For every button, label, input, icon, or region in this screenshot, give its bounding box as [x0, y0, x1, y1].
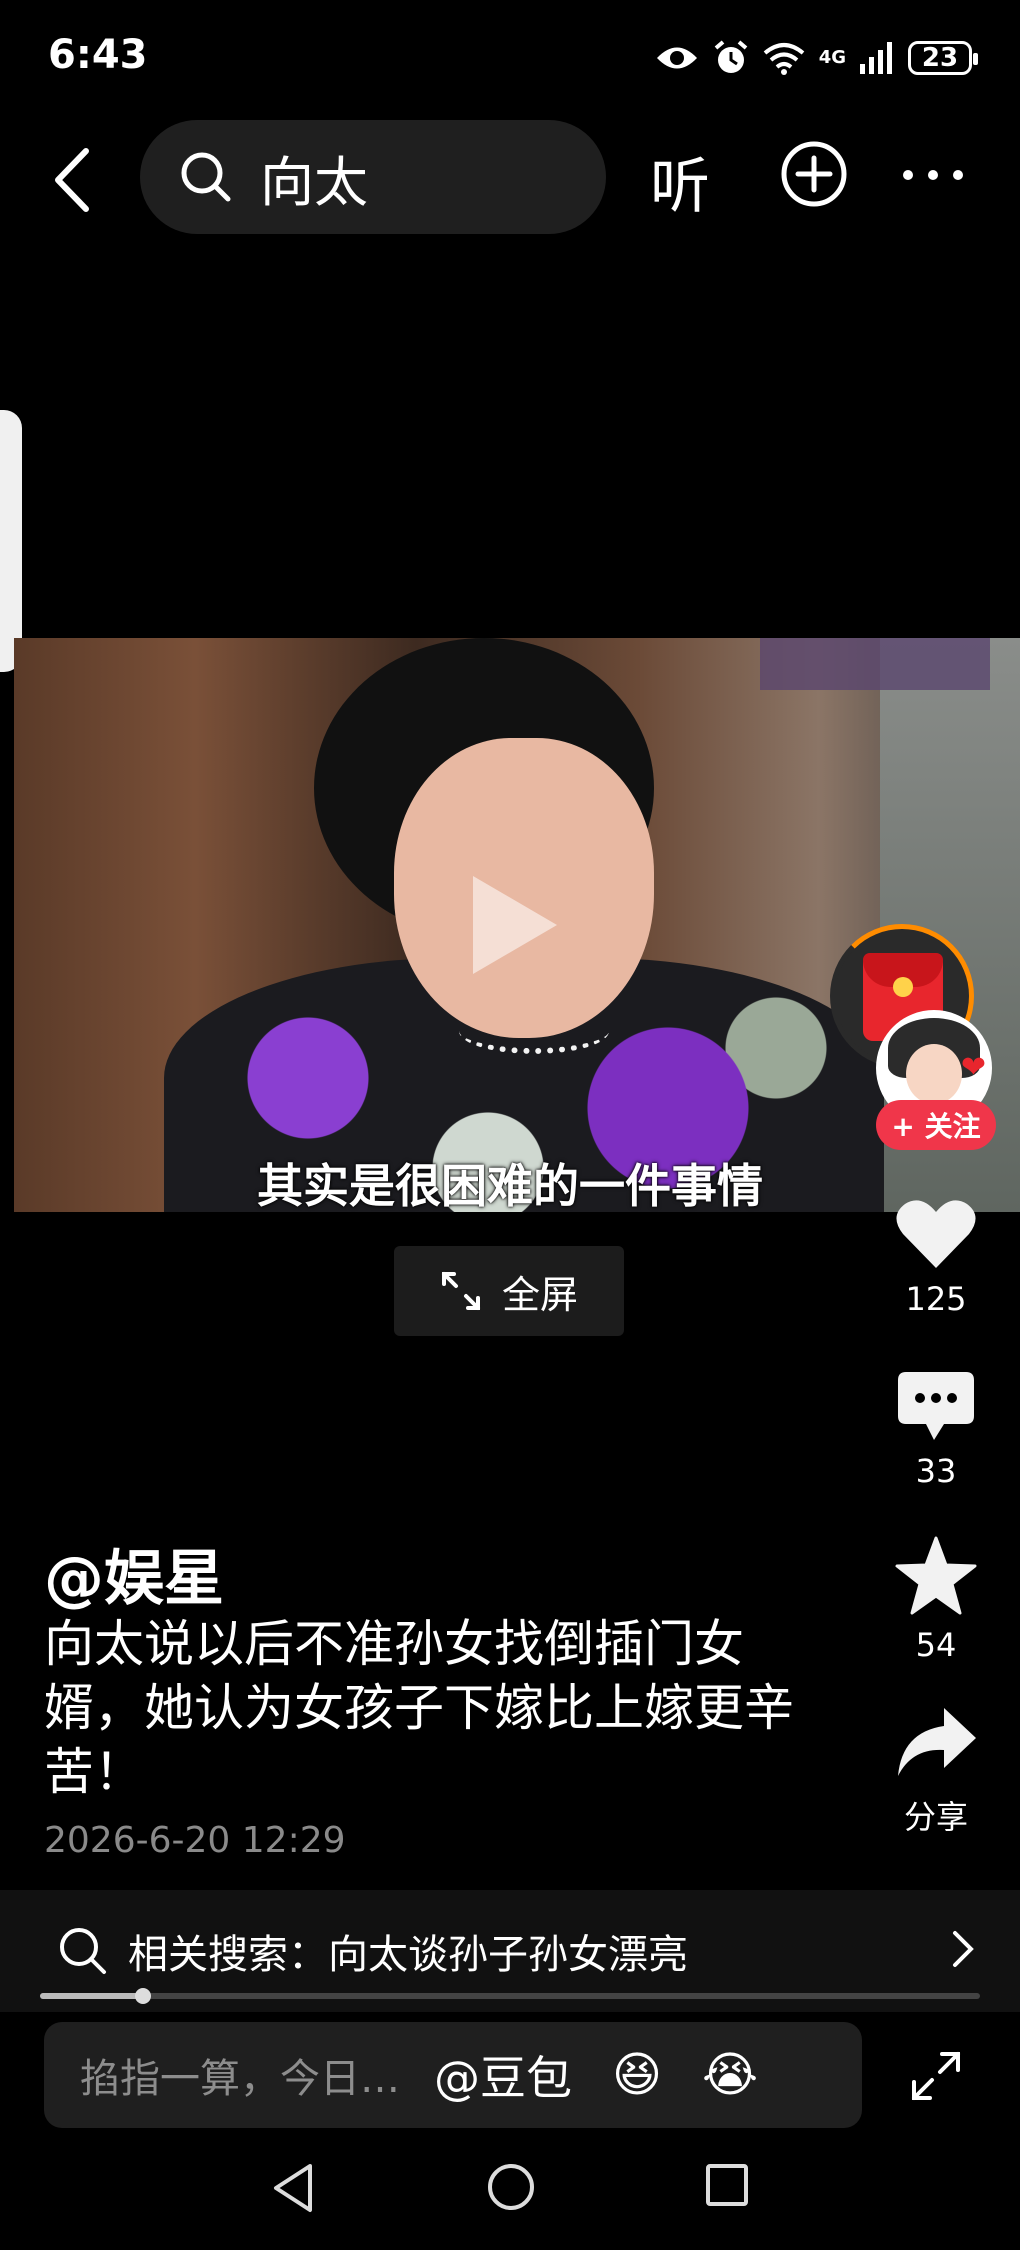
follow-button[interactable]: + 关注 [876, 1100, 996, 1150]
plus-circle-icon [781, 141, 847, 207]
comment-input-placeholder: 掐指一算，今日… [80, 2056, 400, 2102]
signal-icon [860, 42, 892, 74]
square-recents-icon [706, 2164, 748, 2206]
chevron-left-icon [55, 148, 89, 212]
share-arrow-icon [898, 1708, 976, 1776]
circle-home-icon [488, 2164, 534, 2210]
post-date: 2026-6-20 12:29 [44, 1820, 346, 1861]
favorite-button[interactable]: 54 [880, 1536, 992, 1664]
eye-icon [656, 47, 697, 69]
comment-icon [898, 1372, 974, 1440]
comment-input-bar[interactable]: 掐指一算，今日… @豆包 😆 😭 [44, 2022, 862, 2128]
search-icon [60, 1928, 106, 1974]
wifi-icon [763, 43, 804, 75]
status-time: 6:43 [48, 32, 148, 78]
more-dots-icon [903, 170, 963, 180]
related-search-text: 相关搜索：向太谈孙子孙女漂亮 [128, 1932, 688, 1978]
nav-recents-button[interactable] [704, 2162, 750, 2212]
heart-icon [896, 1200, 976, 1268]
expand-diagonal-icon [912, 2052, 960, 2100]
more-options-button[interactable] [900, 150, 966, 204]
like-count: 125 [905, 1280, 967, 1318]
post-description: 向太说以后不准孙女找倒插门女婿，她认为女孩子下嫁比上嫁更辛苦！ [44, 1615, 794, 1801]
emoji-laugh-button[interactable]: 😆 [612, 2047, 662, 2103]
search-box[interactable]: 向太 [140, 120, 606, 234]
chevron-right-icon [953, 1931, 974, 1967]
expand-icon [441, 1272, 480, 1310]
author-name[interactable]: @娱星 [44, 1530, 224, 1617]
search-icon [181, 152, 231, 202]
network-type: 4G [818, 47, 846, 68]
search-query: 向太 [260, 150, 368, 214]
fullscreen-label: 全屏 [501, 1272, 578, 1317]
video-progress-track[interactable] [40, 1993, 980, 1999]
share-button[interactable]: 分享 [880, 1706, 992, 1838]
play-icon[interactable] [465, 870, 565, 984]
nav-home-button[interactable] [486, 2162, 536, 2216]
side-drawer-handle[interactable] [0, 410, 22, 672]
triangle-back-icon [274, 2164, 312, 2212]
like-button[interactable]: 125 [880, 1196, 992, 1318]
back-button[interactable] [44, 140, 100, 220]
mention-doubao-button[interactable]: @豆包 [434, 2042, 572, 2108]
video-caption: 其实是很困难的一件事情 [257, 1159, 763, 1213]
comment-button[interactable]: 33 [880, 1370, 992, 1490]
alarm-icon [714, 40, 747, 73]
nav-back-button[interactable] [270, 2162, 316, 2218]
share-label: 分享 [903, 1798, 968, 1836]
video-progress-fill [40, 1993, 144, 1999]
battery-indicator: 23 [908, 41, 978, 75]
listen-button[interactable]: 听 [650, 138, 710, 225]
expand-input-button[interactable] [910, 2050, 962, 2106]
favorite-count: 54 [915, 1626, 957, 1664]
video-necklace [459, 1008, 609, 1054]
fullscreen-button[interactable]: 全屏 [394, 1246, 624, 1336]
heart-icon: ❤ [960, 1050, 986, 1085]
star-icon [895, 1536, 977, 1615]
emoji-cry-laugh-button[interactable]: 😭 [702, 2047, 758, 2103]
add-button[interactable] [780, 140, 848, 212]
video-watermark-box [760, 638, 990, 690]
status-icons: 4G 23 [655, 34, 978, 82]
comment-count: 33 [915, 1452, 957, 1490]
